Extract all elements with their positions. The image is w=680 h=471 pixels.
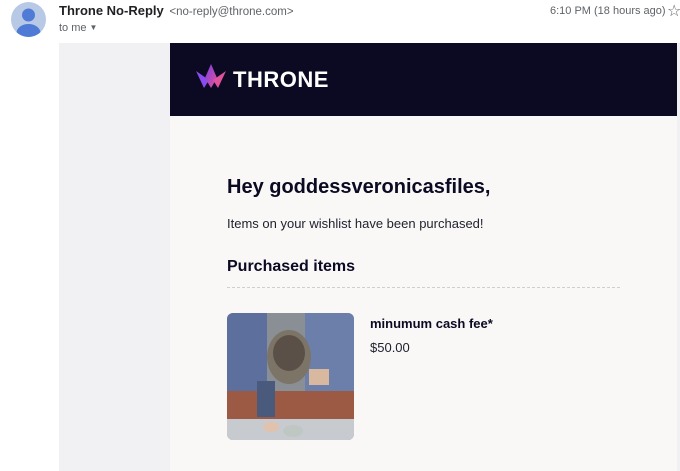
- purchased-items-heading: Purchased items: [227, 258, 356, 275]
- email-content-card: Hey goddessveronicasfiles, Items on your…: [170, 116, 677, 471]
- logo-text: THRONE: [233, 67, 329, 92]
- caret-down-icon[interactable]: ▼: [90, 23, 98, 32]
- timestamp: 6:10 PM (18 hours ago): [550, 5, 666, 17]
- throne-logo-icon: [196, 64, 226, 88]
- item-name: minumum cash fee*: [370, 316, 493, 331]
- purchase-message: Items on your wishlist have been purchas…: [227, 216, 484, 231]
- greeting-heading: Hey goddessveronicasfiles,: [227, 176, 491, 198]
- sender-avatar[interactable]: [11, 2, 46, 37]
- section-divider: [227, 287, 620, 288]
- recipient-label: to me: [59, 22, 87, 34]
- star-icon[interactable]: ☆: [667, 1, 680, 21]
- recipient-details-toggle[interactable]: to me ▼: [59, 22, 97, 34]
- person-icon: [16, 8, 41, 37]
- item-price: $50.00: [370, 340, 410, 355]
- sender-line: Throne No-Reply <no-reply@throne.com>: [59, 3, 294, 18]
- purchased-item-image[interactable]: [227, 313, 354, 440]
- email-banner: THRONE: [170, 43, 677, 116]
- sender-email: <no-reply@throne.com>: [169, 6, 294, 18]
- sender-name[interactable]: Throne No-Reply: [59, 3, 164, 18]
- item-photo: [227, 313, 354, 440]
